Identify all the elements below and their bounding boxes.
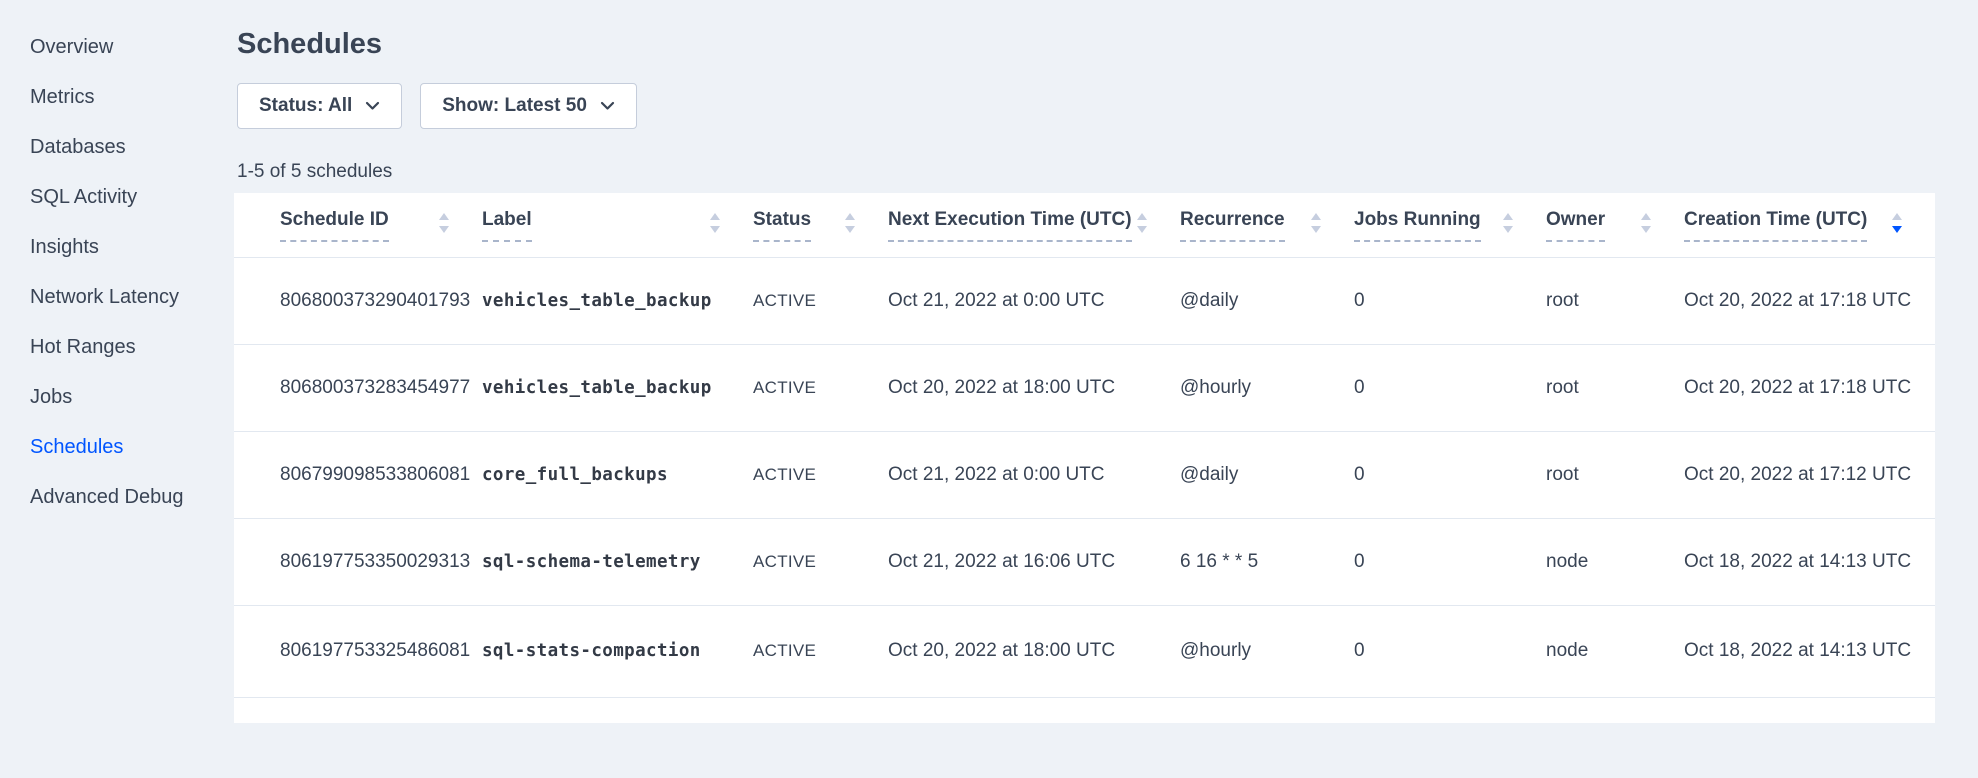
- main-content: Schedules Status: All Show: Latest 50 1-…: [234, 0, 1935, 723]
- show-filter-dropdown[interactable]: Show: Latest 50: [420, 83, 637, 129]
- sort-icon[interactable]: [1310, 212, 1322, 239]
- recurrence-cell: @hourly: [1180, 344, 1354, 431]
- sidebar-item-advanced-debug[interactable]: Advanced Debug: [0, 472, 234, 522]
- sidebar-item-network-latency[interactable]: Network Latency: [0, 272, 234, 322]
- sidebar-item-sql-activity[interactable]: SQL Activity: [0, 172, 234, 222]
- sidebar-item-jobs[interactable]: Jobs: [0, 372, 234, 422]
- chevron-down-icon: [365, 101, 380, 111]
- status-cell: ACTIVE: [753, 344, 888, 431]
- creation-time-cell: Oct 20, 2022 at 17:18 UTC: [1684, 257, 1935, 344]
- schedule-id-cell: 806800373283454977: [234, 344, 482, 431]
- recurrence-cell: 6 16 * * 5: [1180, 518, 1354, 605]
- sort-icon[interactable]: [1891, 212, 1903, 239]
- column-header-creation-time[interactable]: Creation Time (UTC): [1684, 193, 1935, 257]
- status-filter-label: Status: All: [259, 95, 352, 117]
- sidebar-item-overview[interactable]: Overview: [0, 22, 234, 72]
- column-header-schedule-id[interactable]: Schedule ID: [234, 193, 482, 257]
- column-header-recurrence[interactable]: Recurrence: [1180, 193, 1354, 257]
- jobs-running-cell: 0: [1354, 518, 1546, 605]
- recurrence-cell: @daily: [1180, 431, 1354, 518]
- sort-icon[interactable]: [438, 212, 450, 239]
- sort-icon[interactable]: [1640, 212, 1652, 239]
- status-cell: ACTIVE: [753, 605, 888, 697]
- table-row: 806800373290401793 vehicles_table_backup…: [234, 257, 1935, 344]
- schedule-id-cell: 806197753350029313: [234, 518, 482, 605]
- results-summary: 1-5 of 5 schedules: [234, 160, 1935, 184]
- table-row: 806197753350029313 sql-schema-telemetry …: [234, 518, 1935, 605]
- chevron-down-icon: [600, 101, 615, 111]
- recurrence-cell: @hourly: [1180, 605, 1354, 697]
- owner-cell: root: [1546, 344, 1684, 431]
- sidebar-item-metrics[interactable]: Metrics: [0, 72, 234, 122]
- column-header-jobs-running[interactable]: Jobs Running: [1354, 193, 1546, 257]
- status-cell: ACTIVE: [753, 431, 888, 518]
- schedule-id-cell: 806799098533806081: [234, 431, 482, 518]
- recurrence-cell: @daily: [1180, 257, 1354, 344]
- next-execution-cell: Oct 21, 2022 at 16:06 UTC: [888, 518, 1180, 605]
- table-row: 806800373283454977 vehicles_table_backup…: [234, 344, 1935, 431]
- schedule-label-cell: core_full_backups: [482, 431, 753, 518]
- jobs-running-cell: 0: [1354, 257, 1546, 344]
- sidebar: Overview Metrics Databases SQL Activity …: [0, 0, 234, 778]
- sidebar-item-insights[interactable]: Insights: [0, 222, 234, 272]
- status-cell: ACTIVE: [753, 257, 888, 344]
- status-filter-dropdown[interactable]: Status: All: [237, 83, 402, 129]
- creation-time-cell: Oct 18, 2022 at 14:13 UTC: [1684, 518, 1935, 605]
- table-header-row: Schedule ID Label Status Next Execution …: [234, 193, 1935, 257]
- jobs-running-cell: 0: [1354, 605, 1546, 697]
- schedules-table: Schedule ID Label Status Next Execution …: [234, 193, 1935, 698]
- schedule-label-cell: vehicles_table_backup: [482, 344, 753, 431]
- column-header-owner[interactable]: Owner: [1546, 193, 1684, 257]
- next-execution-cell: Oct 21, 2022 at 0:00 UTC: [888, 431, 1180, 518]
- jobs-running-cell: 0: [1354, 344, 1546, 431]
- sort-icon[interactable]: [1502, 212, 1514, 239]
- column-header-next-execution-time[interactable]: Next Execution Time (UTC): [888, 193, 1180, 257]
- filter-bar: Status: All Show: Latest 50: [234, 83, 1935, 129]
- sort-icon[interactable]: [844, 212, 856, 239]
- sort-icon[interactable]: [709, 212, 721, 239]
- creation-time-cell: Oct 20, 2022 at 17:18 UTC: [1684, 344, 1935, 431]
- owner-cell: node: [1546, 605, 1684, 697]
- table-row: 806799098533806081 core_full_backups ACT…: [234, 431, 1935, 518]
- next-execution-cell: Oct 21, 2022 at 0:00 UTC: [888, 257, 1180, 344]
- next-execution-cell: Oct 20, 2022 at 18:00 UTC: [888, 344, 1180, 431]
- schedules-table-card: Schedule ID Label Status Next Execution …: [234, 193, 1935, 723]
- creation-time-cell: Oct 18, 2022 at 14:13 UTC: [1684, 605, 1935, 697]
- column-header-status[interactable]: Status: [753, 193, 888, 257]
- sidebar-item-databases[interactable]: Databases: [0, 122, 234, 172]
- schedule-id-cell: 806800373290401793: [234, 257, 482, 344]
- schedule-label-cell: vehicles_table_backup: [482, 257, 753, 344]
- status-cell: ACTIVE: [753, 518, 888, 605]
- sidebar-item-hot-ranges[interactable]: Hot Ranges: [0, 322, 234, 372]
- owner-cell: root: [1546, 257, 1684, 344]
- page-title: Schedules: [234, 26, 1935, 62]
- next-execution-cell: Oct 20, 2022 at 18:00 UTC: [888, 605, 1180, 697]
- schedule-label-cell: sql-stats-compaction: [482, 605, 753, 697]
- sidebar-item-schedules[interactable]: Schedules: [0, 422, 234, 472]
- creation-time-cell: Oct 20, 2022 at 17:12 UTC: [1684, 431, 1935, 518]
- jobs-running-cell: 0: [1354, 431, 1546, 518]
- owner-cell: node: [1546, 518, 1684, 605]
- schedule-id-cell: 806197753325486081: [234, 605, 482, 697]
- table-row: 806197753325486081 sql-stats-compaction …: [234, 605, 1935, 697]
- schedule-label-cell: sql-schema-telemetry: [482, 518, 753, 605]
- sort-icon[interactable]: [1136, 212, 1148, 239]
- column-header-label[interactable]: Label: [482, 193, 753, 257]
- show-filter-label: Show: Latest 50: [442, 95, 587, 117]
- owner-cell: root: [1546, 431, 1684, 518]
